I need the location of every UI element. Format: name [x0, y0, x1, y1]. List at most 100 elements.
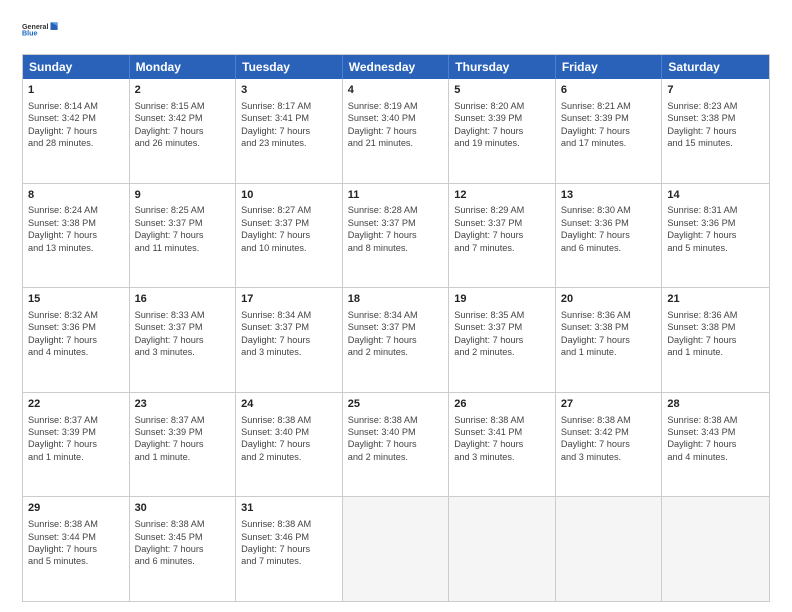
- day-info: Sunrise: 8:38 AM Sunset: 3:44 PM Dayligh…: [28, 519, 98, 566]
- day-number: 5: [454, 83, 550, 98]
- day-info: Sunrise: 8:37 AM Sunset: 3:39 PM Dayligh…: [135, 415, 205, 462]
- day-cell-14: 14 Sunrise: 8:31 AM Sunset: 3:36 PM Dayli…: [662, 184, 769, 288]
- day-number: 20: [561, 292, 657, 307]
- day-number: 3: [241, 83, 337, 98]
- day-cell-4: 4 Sunrise: 8:19 AM Sunset: 3:40 PM Daylig…: [343, 79, 450, 183]
- day-number: 29: [28, 501, 124, 516]
- day-number: 11: [348, 188, 444, 203]
- day-info: Sunrise: 8:29 AM Sunset: 3:37 PM Dayligh…: [454, 205, 524, 252]
- day-cell-12: 12 Sunrise: 8:29 AM Sunset: 3:37 PM Dayli…: [449, 184, 556, 288]
- day-number: 22: [28, 397, 124, 412]
- day-cell-5: 5Sunrise: 8:20 AM Sunset: 3:39 PM Daylig…: [449, 79, 556, 183]
- day-number: 27: [561, 397, 657, 412]
- calendar: SundayMondayTuesdayWednesdayThursdayFrid…: [22, 54, 770, 602]
- day-info: Sunrise: 8:24 AM Sunset: 3:38 PM Dayligh…: [28, 205, 98, 252]
- day-info: Sunrise: 8:38 AM Sunset: 3:40 PM Dayligh…: [241, 415, 311, 462]
- day-cell-23: 23 Sunrise: 8:37 AM Sunset: 3:39 PM Dayli…: [130, 393, 237, 497]
- day-cell-26: 26 Sunrise: 8:38 AM Sunset: 3:41 PM Dayli…: [449, 393, 556, 497]
- day-number: 25: [348, 397, 444, 412]
- day-info: Sunrise: 8:15 AM Sunset: 3:42 PM Dayligh…: [135, 101, 205, 148]
- day-cell-1: 1 Sunrise: 8:14 AM Sunset: 3:42 PM Daylig…: [23, 79, 130, 183]
- day-cell-21: 21 Sunrise: 8:36 AM Sunset: 3:38 PM Dayli…: [662, 288, 769, 392]
- day-cell-6: 6Sunrise: 8:21 AM Sunset: 3:39 PM Daylig…: [556, 79, 663, 183]
- empty-cell: [556, 497, 663, 601]
- day-cell-9: 9 Sunrise: 8:25 AM Sunset: 3:37 PM Daylig…: [130, 184, 237, 288]
- day-info: Sunrise: 8:27 AM Sunset: 3:37 PM Dayligh…: [241, 205, 311, 252]
- day-info: Sunrise: 8:32 AM Sunset: 3:36 PM Dayligh…: [28, 310, 98, 357]
- day-cell-30: 30Sunrise: 8:38 AM Sunset: 3:45 PM Dayli…: [130, 497, 237, 601]
- day-cell-16: 16 Sunrise: 8:33 AM Sunset: 3:37 PM Dayli…: [130, 288, 237, 392]
- day-info: Sunrise: 8:28 AM Sunset: 3:37 PM Dayligh…: [348, 205, 418, 252]
- day-cell-13: 13 Sunrise: 8:30 AM Sunset: 3:36 PM Dayli…: [556, 184, 663, 288]
- day-cell-28: 28Sunrise: 8:38 AM Sunset: 3:43 PM Dayli…: [662, 393, 769, 497]
- day-cell-18: 18Sunrise: 8:34 AM Sunset: 3:37 PM Dayli…: [343, 288, 450, 392]
- day-info: Sunrise: 8:31 AM Sunset: 3:36 PM Dayligh…: [667, 205, 737, 252]
- day-number: 16: [135, 292, 231, 307]
- day-cell-3: 3Sunrise: 8:17 AM Sunset: 3:41 PM Daylig…: [236, 79, 343, 183]
- day-info: Sunrise: 8:33 AM Sunset: 3:37 PM Dayligh…: [135, 310, 205, 357]
- day-number: 4: [348, 83, 444, 98]
- day-number: 23: [135, 397, 231, 412]
- day-number: 19: [454, 292, 550, 307]
- day-number: 28: [667, 397, 764, 412]
- day-cell-10: 10 Sunrise: 8:27 AM Sunset: 3:37 PM Dayli…: [236, 184, 343, 288]
- day-number: 8: [28, 188, 124, 203]
- logo: General Blue: [22, 18, 60, 44]
- day-cell-15: 15 Sunrise: 8:32 AM Sunset: 3:36 PM Dayli…: [23, 288, 130, 392]
- day-cell-22: 22 Sunrise: 8:37 AM Sunset: 3:39 PM Dayli…: [23, 393, 130, 497]
- calendar-body: 1 Sunrise: 8:14 AM Sunset: 3:42 PM Daylig…: [23, 79, 769, 601]
- day-info: Sunrise: 8:25 AM Sunset: 3:37 PM Dayligh…: [135, 205, 205, 252]
- day-number: 24: [241, 397, 337, 412]
- day-number: 18: [348, 292, 444, 307]
- day-number: 17: [241, 292, 337, 307]
- calendar-header: SundayMondayTuesdayWednesdayThursdayFrid…: [23, 55, 769, 79]
- day-number: 15: [28, 292, 124, 307]
- day-number: 26: [454, 397, 550, 412]
- empty-cell: [449, 497, 556, 601]
- empty-cell: [343, 497, 450, 601]
- calendar-row-1: 1 Sunrise: 8:14 AM Sunset: 3:42 PM Daylig…: [23, 79, 769, 183]
- day-header-wednesday: Wednesday: [343, 55, 450, 79]
- day-info: Sunrise: 8:19 AM Sunset: 3:40 PM Dayligh…: [348, 101, 418, 148]
- day-cell-27: 27Sunrise: 8:38 AM Sunset: 3:42 PM Dayli…: [556, 393, 663, 497]
- header: General Blue: [22, 18, 770, 44]
- day-info: Sunrise: 8:36 AM Sunset: 3:38 PM Dayligh…: [667, 310, 737, 357]
- day-cell-24: 24 Sunrise: 8:38 AM Sunset: 3:40 PM Dayli…: [236, 393, 343, 497]
- day-cell-19: 19 Sunrise: 8:35 AM Sunset: 3:37 PM Dayli…: [449, 288, 556, 392]
- day-number: 14: [667, 188, 764, 203]
- day-cell-20: 20 Sunrise: 8:36 AM Sunset: 3:38 PM Dayli…: [556, 288, 663, 392]
- day-number: 21: [667, 292, 764, 307]
- day-info: Sunrise: 8:35 AM Sunset: 3:37 PM Dayligh…: [454, 310, 524, 357]
- day-cell-29: 29 Sunrise: 8:38 AM Sunset: 3:44 PM Dayli…: [23, 497, 130, 601]
- calendar-row-3: 15 Sunrise: 8:32 AM Sunset: 3:36 PM Dayli…: [23, 287, 769, 392]
- day-number: 10: [241, 188, 337, 203]
- day-info: Sunrise: 8:38 AM Sunset: 3:41 PM Dayligh…: [454, 415, 524, 462]
- svg-text:Blue: Blue: [22, 30, 37, 38]
- day-number: 12: [454, 188, 550, 203]
- day-cell-11: 11 Sunrise: 8:28 AM Sunset: 3:37 PM Dayli…: [343, 184, 450, 288]
- day-info: Sunrise: 8:30 AM Sunset: 3:36 PM Dayligh…: [561, 205, 631, 252]
- day-header-tuesday: Tuesday: [236, 55, 343, 79]
- day-number: 1: [28, 83, 124, 98]
- day-number: 9: [135, 188, 231, 203]
- day-info: Sunrise: 8:38 AM Sunset: 3:45 PM Dayligh…: [135, 519, 205, 566]
- day-info: Sunrise: 8:36 AM Sunset: 3:38 PM Dayligh…: [561, 310, 631, 357]
- day-info: Sunrise: 8:23 AM Sunset: 3:38 PM Dayligh…: [667, 101, 737, 148]
- day-number: 31: [241, 501, 337, 516]
- day-header-sunday: Sunday: [23, 55, 130, 79]
- day-info: Sunrise: 8:34 AM Sunset: 3:37 PM Dayligh…: [241, 310, 311, 357]
- day-header-saturday: Saturday: [662, 55, 769, 79]
- day-info: Sunrise: 8:38 AM Sunset: 3:46 PM Dayligh…: [241, 519, 311, 566]
- day-cell-25: 25 Sunrise: 8:38 AM Sunset: 3:40 PM Dayli…: [343, 393, 450, 497]
- day-cell-2: 2 Sunrise: 8:15 AM Sunset: 3:42 PM Daylig…: [130, 79, 237, 183]
- day-number: 2: [135, 83, 231, 98]
- day-number: 13: [561, 188, 657, 203]
- day-info: Sunrise: 8:38 AM Sunset: 3:40 PM Dayligh…: [348, 415, 418, 462]
- day-info: Sunrise: 8:37 AM Sunset: 3:39 PM Dayligh…: [28, 415, 98, 462]
- logo-icon: General Blue: [22, 18, 60, 40]
- day-cell-17: 17 Sunrise: 8:34 AM Sunset: 3:37 PM Dayli…: [236, 288, 343, 392]
- day-info: Sunrise: 8:21 AM Sunset: 3:39 PM Dayligh…: [561, 101, 631, 148]
- day-info: Sunrise: 8:14 AM Sunset: 3:42 PM Dayligh…: [28, 101, 98, 148]
- day-cell-8: 8 Sunrise: 8:24 AM Sunset: 3:38 PM Daylig…: [23, 184, 130, 288]
- calendar-row-5: 29 Sunrise: 8:38 AM Sunset: 3:44 PM Dayli…: [23, 496, 769, 601]
